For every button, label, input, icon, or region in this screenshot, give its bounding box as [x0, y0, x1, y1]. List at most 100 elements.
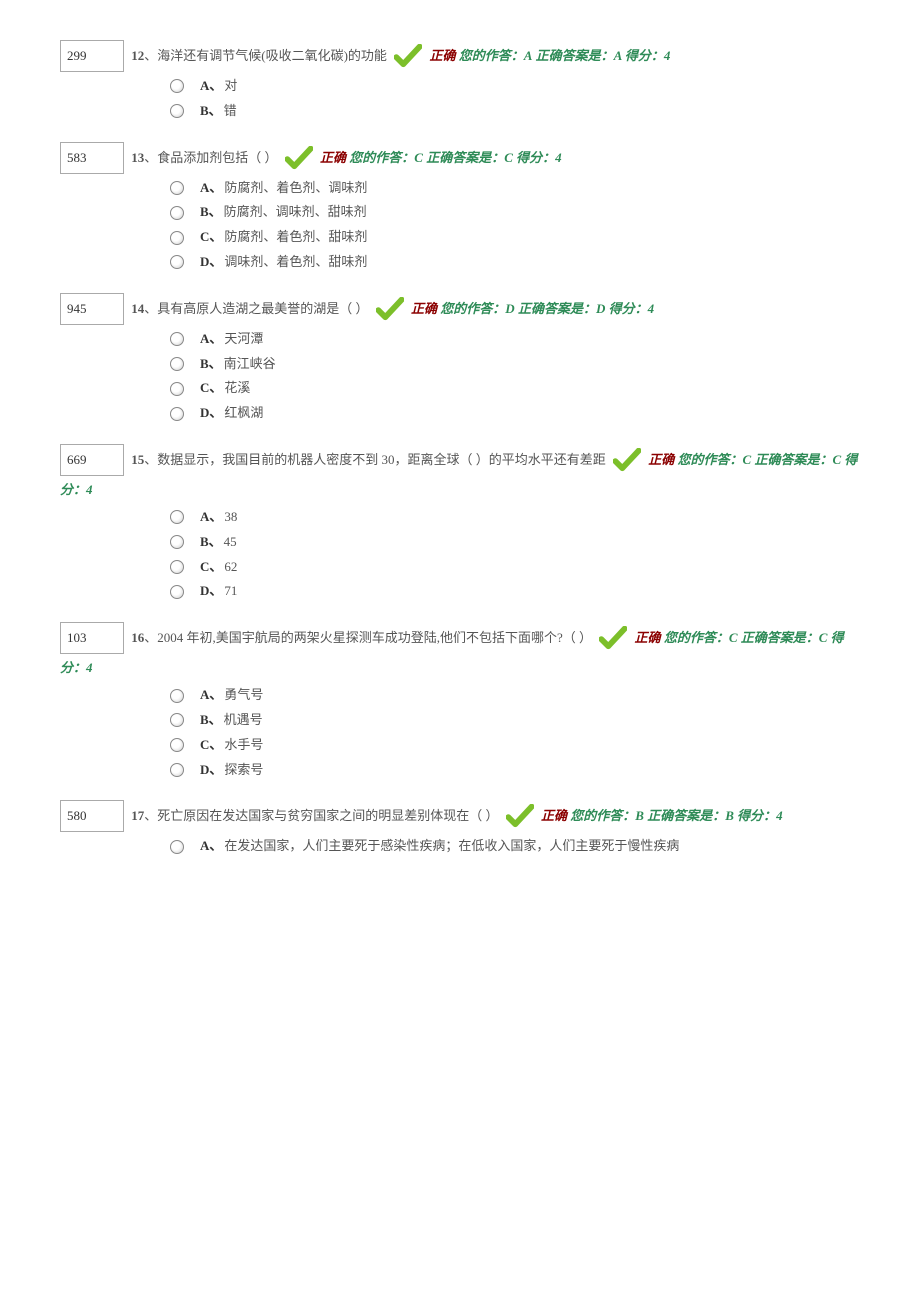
options-list: A、勇气号 B、机遇号 C、水手号 D、探索号: [170, 685, 860, 780]
your-answer: 您的作答：D: [440, 301, 514, 316]
option-label: B、: [200, 532, 222, 553]
correct-label: 正确: [541, 808, 567, 823]
radio-icon[interactable]: [170, 510, 184, 524]
option-label: D、: [200, 252, 222, 273]
option-label: C、: [200, 557, 222, 578]
option-label: A、: [200, 836, 222, 857]
check-icon: [506, 804, 534, 828]
correct-answer: 正确答案是：D 得分：4: [518, 301, 654, 316]
option-row: C、防腐剂、着色剂、甜味剂: [170, 227, 860, 248]
option-text: 调味剂、着色剂、甜味剂: [224, 252, 367, 273]
correct-answer: 正确答案是：A 得分：4: [536, 48, 671, 63]
option-text: 对: [224, 76, 237, 97]
question-id-box: 945: [60, 293, 124, 325]
question-id-box: 669: [60, 444, 124, 476]
option-row: A、天河潭: [170, 329, 860, 350]
question-number: 17: [131, 808, 144, 823]
check-icon: [613, 448, 641, 472]
option-row: A、防腐剂、着色剂、调味剂: [170, 178, 860, 199]
option-text: 南江峡谷: [224, 354, 276, 375]
question-header: 669 15、数据显示，我国目前的机器人密度不到 30，距离全球（ ）的平均水平…: [60, 444, 860, 503]
radio-icon[interactable]: [170, 382, 184, 396]
question-16: 103 16、2004 年初,美国宇航局的两架火星探测车成功登陆,他们不包括下面…: [60, 622, 860, 780]
option-row: A、38: [170, 507, 860, 528]
check-icon: [376, 297, 404, 321]
correct-label: 正确: [635, 630, 661, 645]
radio-icon[interactable]: [170, 255, 184, 269]
option-row: D、探索号: [170, 760, 860, 781]
your-answer: 您的作答：C: [664, 630, 738, 645]
question-header: 580 17、死亡原因在发达国家与贫穷国家之间的明显差别体现在（ ） 正确 您的…: [60, 800, 860, 832]
question-header: 299 12、海洋还有调节气候(吸收二氧化碳)的功能 正确 您的作答：A 正确答…: [60, 40, 860, 72]
option-text: 在发达国家，人们主要死于感染性疾病；在低收入国家，人们主要死于慢性疾病: [224, 836, 679, 857]
question-number: 15: [131, 452, 144, 467]
correct-answer: 正确答案是：C 得分：4: [426, 150, 561, 165]
option-row: C、62: [170, 557, 860, 578]
your-answer: 您的作答：B: [570, 808, 644, 823]
radio-icon[interactable]: [170, 407, 184, 421]
question-17: 580 17、死亡原因在发达国家与贫穷国家之间的明显差别体现在（ ） 正确 您的…: [60, 800, 860, 857]
radio-icon[interactable]: [170, 231, 184, 245]
question-12: 299 12、海洋还有调节气候(吸收二氧化碳)的功能 正确 您的作答：A 正确答…: [60, 40, 860, 122]
option-row: B、防腐剂、调味剂、甜味剂: [170, 202, 860, 223]
option-row: A、勇气号: [170, 685, 860, 706]
option-text: 红枫湖: [224, 403, 263, 424]
question-header: 103 16、2004 年初,美国宇航局的两架火星探测车成功登陆,他们不包括下面…: [60, 622, 860, 681]
option-text: 38: [224, 507, 237, 528]
option-row: D、调味剂、着色剂、甜味剂: [170, 252, 860, 273]
option-row: B、南江峡谷: [170, 354, 860, 375]
option-row: B、45: [170, 532, 860, 553]
option-label: A、: [200, 76, 222, 97]
question-text: 、数据显示，我国目前的机器人密度不到 30，距离全球（ ）的平均水平还有差距: [144, 452, 606, 467]
question-13: 583 13、食品添加剂包括（ ） 正确 您的作答：C 正确答案是：C 得分：4…: [60, 142, 860, 273]
check-icon: [394, 44, 422, 68]
option-row: A、对: [170, 76, 860, 97]
option-text: 勇气号: [224, 685, 263, 706]
radio-icon[interactable]: [170, 840, 184, 854]
question-14: 945 14、具有高原人造湖之最美誉的湖是（ ） 正确 您的作答：D 正确答案是…: [60, 293, 860, 424]
option-label: A、: [200, 329, 222, 350]
option-text: 防腐剂、着色剂、甜味剂: [224, 227, 367, 248]
question-header: 583 13、食品添加剂包括（ ） 正确 您的作答：C 正确答案是：C 得分：4: [60, 142, 860, 174]
radio-icon[interactable]: [170, 713, 184, 727]
question-text: 、具有高原人造湖之最美誉的湖是（ ）: [144, 301, 368, 316]
correct-label: 正确: [320, 150, 346, 165]
option-label: B、: [200, 710, 222, 731]
radio-icon[interactable]: [170, 689, 184, 703]
correct-label: 正确: [648, 452, 674, 467]
radio-icon[interactable]: [170, 763, 184, 777]
radio-icon[interactable]: [170, 206, 184, 220]
radio-icon[interactable]: [170, 585, 184, 599]
option-text: 防腐剂、着色剂、调味剂: [224, 178, 367, 199]
correct-label: 正确: [429, 48, 455, 63]
question-number: 13: [131, 150, 144, 165]
question-id-box: 583: [60, 142, 124, 174]
option-label: D、: [200, 403, 222, 424]
question-header: 945 14、具有高原人造湖之最美誉的湖是（ ） 正确 您的作答：D 正确答案是…: [60, 293, 860, 325]
question-number: 16: [131, 630, 144, 645]
radio-icon[interactable]: [170, 357, 184, 371]
option-row: B、错: [170, 101, 860, 122]
option-row: C、水手号: [170, 735, 860, 756]
radio-icon[interactable]: [170, 104, 184, 118]
option-text: 天河潭: [224, 329, 263, 350]
question-number: 12: [131, 48, 144, 63]
radio-icon[interactable]: [170, 332, 184, 346]
radio-icon[interactable]: [170, 79, 184, 93]
options-list: A、38 B、45 C、62 D、71: [170, 507, 860, 602]
radio-icon[interactable]: [170, 738, 184, 752]
option-row: C、花溪: [170, 378, 860, 399]
radio-icon[interactable]: [170, 560, 184, 574]
question-text: 、海洋还有调节气候(吸收二氧化碳)的功能: [144, 48, 387, 63]
question-text: 、食品添加剂包括（ ）: [144, 150, 277, 165]
check-icon: [599, 626, 627, 650]
option-text: 71: [224, 581, 237, 602]
radio-icon[interactable]: [170, 535, 184, 549]
correct-answer: 正确答案是：B 得分：4: [647, 808, 782, 823]
question-id-box: 299: [60, 40, 124, 72]
option-text: 防腐剂、调味剂、甜味剂: [224, 202, 367, 223]
options-list: A、防腐剂、着色剂、调味剂 B、防腐剂、调味剂、甜味剂 C、防腐剂、着色剂、甜味…: [170, 178, 860, 273]
option-label: C、: [200, 735, 222, 756]
option-text: 机遇号: [224, 710, 263, 731]
radio-icon[interactable]: [170, 181, 184, 195]
